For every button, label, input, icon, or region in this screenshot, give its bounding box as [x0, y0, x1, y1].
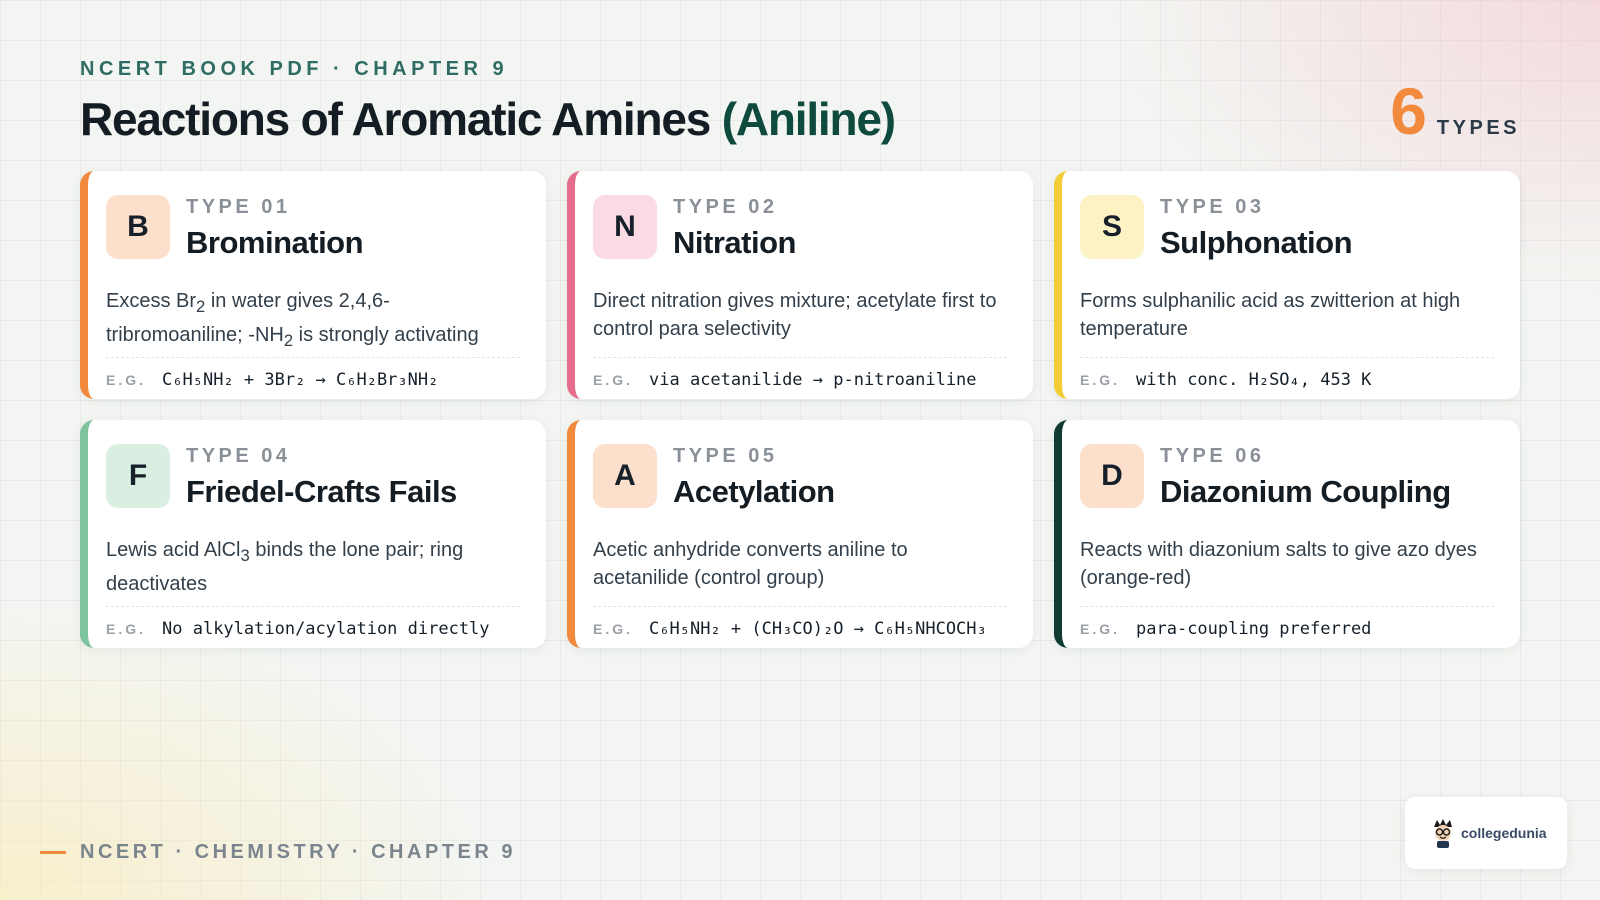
example-row: E.G. No alkylation/acylation directly	[106, 619, 520, 639]
reaction-card-3: S TYPE 03 Sulphonation Forms sulphanilic…	[1054, 171, 1520, 399]
card-heading: TYPE 06 Diazonium Coupling	[1160, 444, 1451, 510]
card-title: Bromination	[186, 225, 364, 260]
letter-badge: F	[106, 444, 170, 508]
type-tag: TYPE 03	[1160, 196, 1265, 218]
card-title: Diazonium Coupling	[1160, 474, 1451, 509]
example-row: E.G. C₆H₅NH₂ + 3Br₂ → C₆H₂Br₃NH₂	[106, 370, 520, 390]
card-header: A TYPE 05 Acetylation	[593, 444, 1007, 520]
reaction-card-6: D TYPE 06 Diazonium Coupling Reacts with…	[1054, 420, 1520, 648]
divider	[593, 357, 1007, 358]
card-description: Acetic anhydride converts aniline to ace…	[593, 539, 908, 589]
letter-badge: S	[1080, 195, 1144, 259]
card-heading: TYPE 03 Sulphonation	[1160, 195, 1353, 261]
card-heading: TYPE 02 Nitration	[673, 195, 796, 261]
eyebrow: NCERT BOOK PDF · CHAPTER 9	[80, 58, 509, 80]
card-header: D TYPE 06 Diazonium Coupling	[1080, 444, 1494, 520]
card-header: N TYPE 02 Nitration	[593, 195, 1007, 271]
divider	[1080, 357, 1494, 358]
count-number: 6	[1390, 74, 1427, 148]
collegedunia-logo[interactable]: collegedunia	[1405, 797, 1567, 869]
card-heading: TYPE 05 Acetylation	[673, 444, 835, 510]
card-heading: TYPE 04 Friedel-Crafts Fails	[186, 444, 457, 510]
card-header: B TYPE 01 Bromination	[106, 195, 520, 271]
reaction-card-4: F TYPE 04 Friedel-Crafts Fails Lewis aci…	[80, 420, 546, 648]
card-description: Direct nitration gives mixture; acetylat…	[593, 290, 997, 340]
example-label: E.G.	[1080, 372, 1121, 388]
type-tag: TYPE 04	[186, 445, 291, 467]
card-title: Friedel-Crafts Fails	[186, 474, 457, 509]
logo-text: collegedunia	[1461, 825, 1547, 841]
card-heading: TYPE 01 Bromination	[186, 195, 364, 261]
divider	[593, 606, 1007, 607]
example-formula: No alkylation/acylation directly	[162, 619, 490, 639]
example-formula: C₆H₅NH₂ + 3Br₂ → C₆H₂Br₃NH₂	[162, 370, 439, 390]
card-title: Nitration	[673, 225, 796, 260]
type-tag: TYPE 02	[673, 196, 778, 218]
card-title: Sulphonation	[1160, 225, 1353, 260]
example-label: E.G.	[106, 372, 147, 388]
footer: NCERT · CHEMISTRY · CHAPTER 9	[40, 841, 516, 864]
divider	[106, 357, 520, 358]
divider	[106, 606, 520, 607]
reaction-card-1: B TYPE 01 Bromination Excess Br2 in wate…	[80, 171, 546, 399]
card-description: Lewis acid AlCl3 binds the lone pair; ri…	[106, 539, 464, 595]
letter-badge: D	[1080, 444, 1144, 508]
card-description: Forms sulphanilic acid as zwitterion at …	[1080, 290, 1461, 340]
type-tag: TYPE 01	[186, 196, 291, 218]
mascot-icon	[1434, 819, 1452, 848]
title-accent: (Aniline)	[721, 93, 896, 145]
letter-badge: N	[593, 195, 657, 259]
example-row: E.G. para-coupling preferred	[1080, 619, 1494, 639]
card-header: F TYPE 04 Friedel-Crafts Fails	[106, 444, 520, 520]
example-label: E.G.	[1080, 621, 1121, 637]
type-tag: TYPE 05	[673, 445, 778, 467]
example-formula: C₆H₅NH₂ + (CH₃CO)₂O → C₆H₅NHCOCH₃	[649, 619, 987, 639]
example-row: E.G. via acetanilide → p-nitroaniline	[593, 370, 1007, 390]
example-label: E.G.	[593, 621, 634, 637]
type-tag: TYPE 06	[1160, 445, 1265, 467]
footer-dash	[40, 851, 66, 854]
card-description: Excess Br2 in water gives 2,4,6-tribromo…	[106, 290, 479, 350]
example-formula: with conc. H₂SO₄, 453 K	[1136, 370, 1372, 390]
example-label: E.G.	[106, 621, 147, 637]
letter-badge: B	[106, 195, 170, 259]
card-header: S TYPE 03 Sulphonation	[1080, 195, 1494, 271]
count-label: TYPES	[1436, 117, 1520, 139]
page-title: Reactions of Aromatic Amines (Aniline)	[80, 92, 896, 146]
example-row: E.G. C₆H₅NH₂ + (CH₃CO)₂O → C₆H₅NHCOCH₃	[593, 619, 1007, 639]
example-label: E.G.	[593, 372, 634, 388]
example-formula: para-coupling preferred	[1136, 619, 1372, 639]
example-row: E.G. with conc. H₂SO₄, 453 K	[1080, 370, 1494, 390]
letter-badge: A	[593, 444, 657, 508]
reaction-card-5: A TYPE 05 Acetylation Acetic anhydride c…	[567, 420, 1033, 648]
types-count: 6 TYPES	[1390, 78, 1520, 144]
footer-text: NCERT · CHEMISTRY · CHAPTER 9	[80, 841, 516, 863]
divider	[1080, 606, 1494, 607]
card-title: Acetylation	[673, 474, 835, 509]
title-main: Reactions of Aromatic Amines	[80, 93, 722, 145]
reaction-cards-grid: B TYPE 01 Bromination Excess Br2 in wate…	[80, 171, 1520, 648]
card-description: Reacts with diazonium salts to give azo …	[1080, 539, 1477, 589]
reaction-card-2: N TYPE 02 Nitration Direct nitration giv…	[567, 171, 1033, 399]
example-formula: via acetanilide → p-nitroaniline	[649, 370, 977, 390]
